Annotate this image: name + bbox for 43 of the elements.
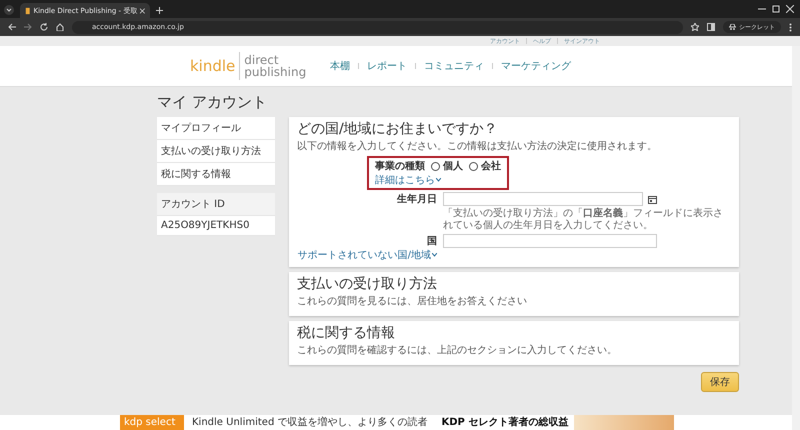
reload-icon[interactable] xyxy=(40,23,48,31)
section-title: 支払いの受け取り方法 xyxy=(297,275,438,293)
restore-icon[interactable] xyxy=(772,5,780,13)
section-title: どの国/地域にお住まいですか？ xyxy=(297,120,499,138)
page-title: マイ アカウント xyxy=(157,93,268,112)
bookmark-icon xyxy=(25,6,30,14)
section-title: 税に関する情報 xyxy=(297,324,396,342)
forward-icon[interactable] xyxy=(24,23,32,31)
section-subtitle: 以下の情報を入力してください。この情報は支払い方法の決定に使用されます。 xyxy=(297,140,658,153)
country-field[interactable] xyxy=(443,234,657,248)
menu-icon[interactable] xyxy=(789,22,792,32)
close-icon[interactable] xyxy=(786,5,794,13)
side-panel-icon[interactable] xyxy=(707,23,715,31)
calendar-icon[interactable] xyxy=(648,194,657,204)
date-field[interactable] xyxy=(443,192,643,206)
tab-menu-icon[interactable] xyxy=(4,5,14,15)
nav-link[interactable]: 本棚 xyxy=(330,59,350,73)
banner-text: Kindle Unlimited で収益を増やし、より多くの読者 xyxy=(191,416,428,429)
incognito-icon xyxy=(729,24,736,30)
banner-headline: KDP セレクト著者の総収益 xyxy=(440,416,570,429)
radio-option[interactable]: 会社 xyxy=(469,159,501,173)
unsupported-country-link[interactable]: サポートされていない国/地域 xyxy=(298,248,437,262)
close-icon[interactable] xyxy=(140,8,145,14)
section-subtitle: これらの質問を確認するには、上記のセクションに入力してください。 xyxy=(297,344,618,357)
save-button[interactable]: 保存 xyxy=(701,372,739,392)
details-link[interactable]: 詳細はこちら xyxy=(375,173,501,187)
new-tab-icon[interactable] xyxy=(156,7,163,14)
home-icon[interactable] xyxy=(56,23,64,31)
field-label: 生年月日 xyxy=(396,192,437,206)
field-hint: 「支払いの受け取り方法」の「口座名義」フィールドに表示されている個人の生年月日を入力してください。 xyxy=(443,208,724,232)
radio-option[interactable]: 個人 xyxy=(431,159,463,173)
nav-link[interactable]: マーケティング xyxy=(501,59,572,73)
nav-link[interactable]: レポート xyxy=(367,59,408,73)
back-icon[interactable] xyxy=(8,23,16,31)
account-label: アカウント ID xyxy=(157,193,275,216)
section-subtitle: これらの質問を見るには、居住地をお答えください xyxy=(297,294,528,308)
caret-icon xyxy=(432,253,437,257)
nav-link[interactable]: コミュニティ xyxy=(424,59,484,73)
field-label: 事業の種類 xyxy=(375,160,425,173)
kdp-select-logo: kdp select xyxy=(120,415,184,430)
field-label: 国 xyxy=(427,235,437,248)
caret-icon xyxy=(436,178,441,182)
star-icon[interactable] xyxy=(691,23,699,31)
